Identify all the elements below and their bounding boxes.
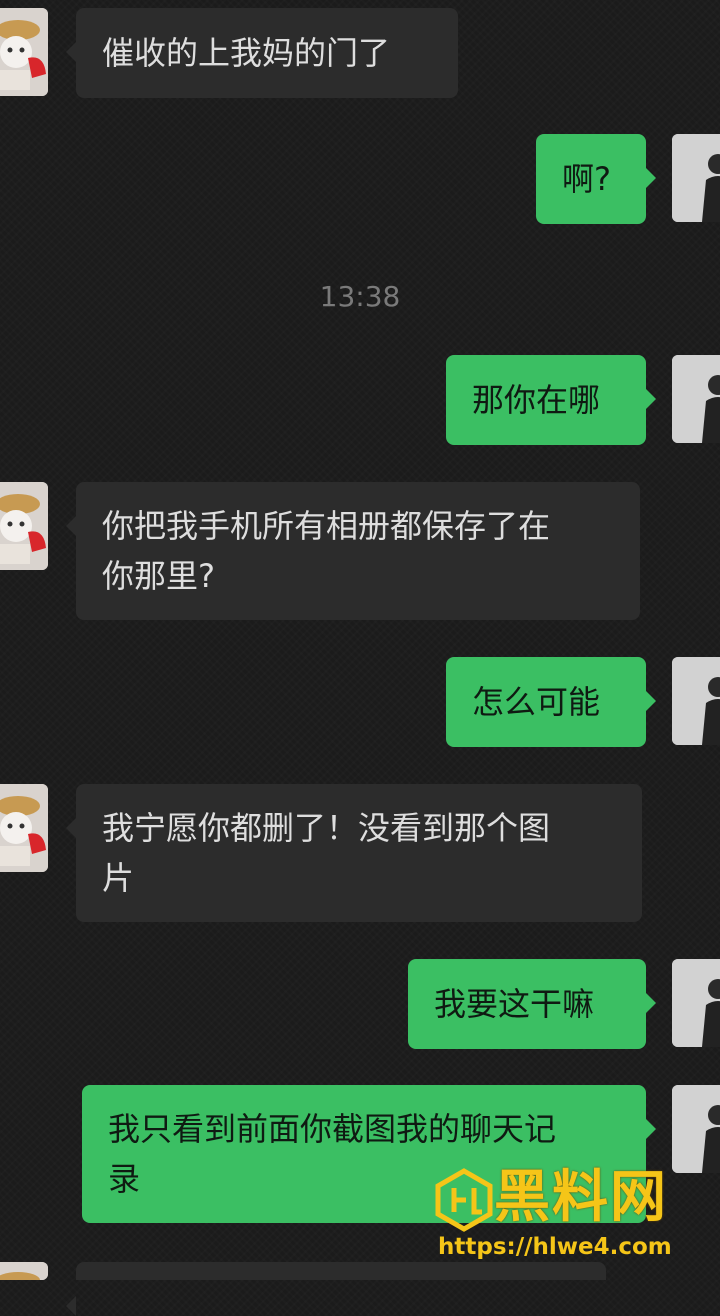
contact-avatar[interactable] — [0, 784, 48, 872]
watermark-name: 黑料网 — [494, 1165, 668, 1230]
watermark: 黑料网 https://hlwe4.com — [432, 1165, 692, 1278]
contact-avatar[interactable] — [0, 1262, 48, 1280]
contact-avatar[interactable] — [0, 8, 48, 96]
contact-avatar[interactable] — [0, 482, 48, 570]
message-bubble-incoming[interactable]: 我宁愿你都删了！没看到那个图 片 — [66, 784, 642, 922]
message-bubble-outgoing[interactable]: 怎么可能 — [446, 657, 656, 747]
user-avatar[interactable] — [672, 959, 720, 1047]
message-bubble-outgoing[interactable]: 啊? — [536, 134, 656, 224]
message-timestamp: 13:38 — [319, 280, 401, 313]
user-avatar[interactable] — [672, 355, 720, 443]
message-text: 你把我手机所有相册都保存了在 你那里? — [102, 507, 551, 595]
message-text: 啊? — [562, 160, 611, 198]
message-text: 我宁愿你都删了！没看到那个图 片 — [102, 809, 551, 897]
message-bubble-outgoing[interactable]: 我要这干嘛 — [408, 959, 656, 1049]
message-bubble-incoming[interactable]: 你把我手机所有相册都保存了在 你那里? — [66, 482, 640, 620]
message-bubble-outgoing[interactable]: 那你在哪 — [446, 355, 656, 445]
user-avatar[interactable] — [672, 657, 720, 745]
user-avatar[interactable] — [672, 1085, 720, 1173]
user-avatar[interactable] — [672, 134, 720, 222]
message-text: 那你在哪 — [472, 381, 601, 419]
message-text: 催收的上我妈的门了 — [102, 34, 391, 72]
watermark-url: https://hlwe4.com — [438, 1234, 672, 1260]
message-text: 怎么可能 — [472, 683, 601, 721]
message-bubble-incoming[interactable]: 催收的上我妈的门了 — [66, 8, 458, 98]
message-text: 我要这干嘛 — [434, 985, 595, 1023]
watermark-logo-icon — [435, 1168, 493, 1232]
